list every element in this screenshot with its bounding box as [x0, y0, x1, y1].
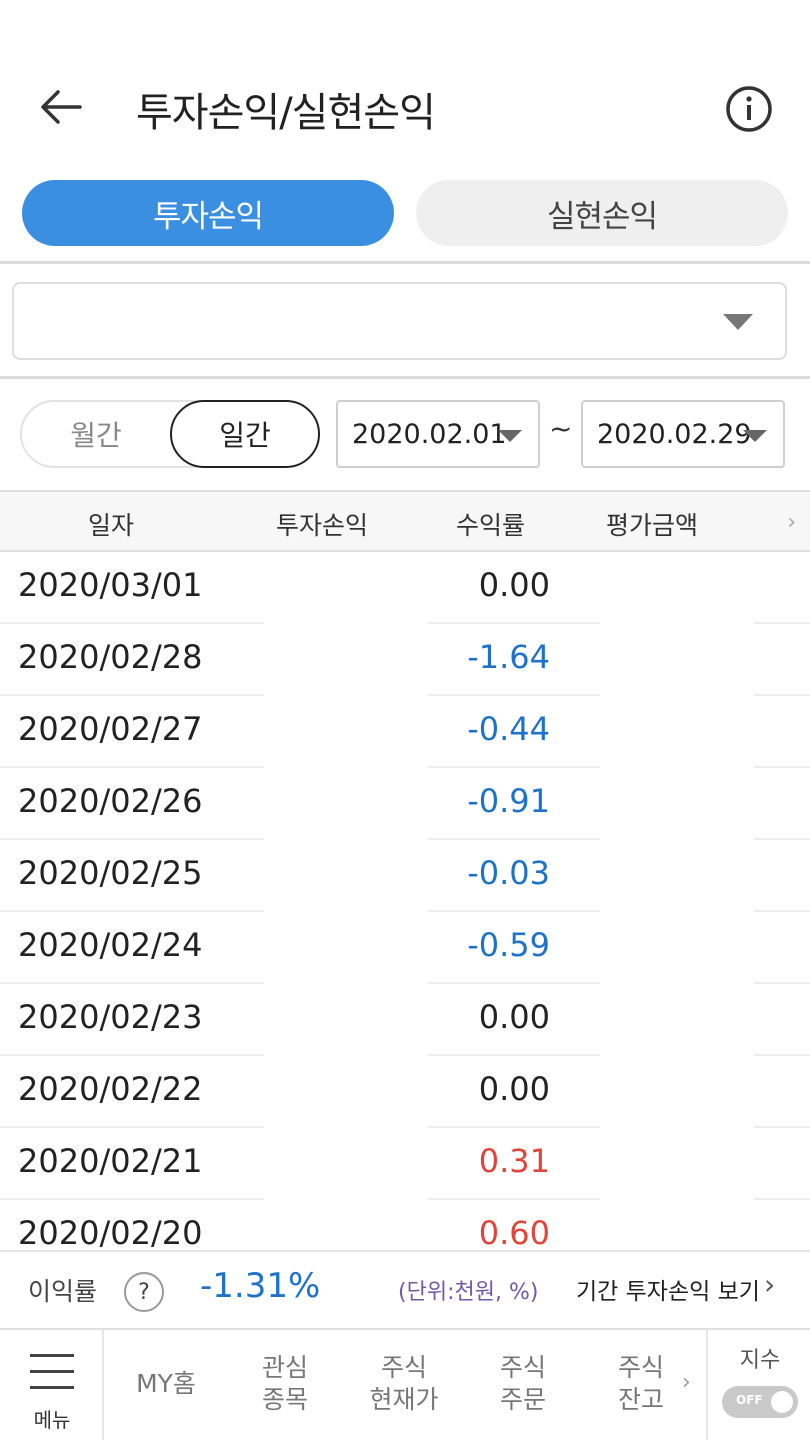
page-title: 투자손익/실현손익 — [136, 90, 436, 136]
back-arrow-icon — [41, 90, 82, 124]
period-toggle: 월간 일간 — [20, 400, 320, 468]
index-label: 지수 — [739, 1348, 781, 1373]
index-area: 지수 OFF — [706, 1330, 810, 1440]
nav-stock-price[interactable]: 주식 현재가 — [352, 1352, 456, 1416]
table-row[interactable]: 2020/02/23 0.00 — [0, 984, 810, 1056]
start-date-value: 2020.02.01 — [352, 418, 507, 450]
column-return-rate: 수익률 — [456, 511, 526, 540]
tab-realized-pnl[interactable]: 실현손익 — [416, 180, 788, 246]
back-button[interactable] — [36, 82, 86, 132]
period-monthly-option[interactable]: 월간 — [22, 402, 170, 466]
row-date: 2020/02/28 — [18, 638, 203, 676]
row-return-rate: 0.00 — [478, 1070, 550, 1108]
row-date: 2020/02/27 — [18, 710, 203, 748]
table-header: 일자 투자손익 수익률 평가금액 › — [0, 490, 810, 552]
index-toggle[interactable]: OFF — [722, 1386, 798, 1418]
end-date-value: 2020.02.29 — [597, 418, 752, 450]
table-row[interactable]: 2020/02/28 -1.64 — [0, 624, 810, 696]
row-date: 2020/02/20 — [18, 1214, 203, 1250]
summary-bar: 이익률 ? -1.31% (단위:천원, %) 기간 투자손익 보기 › — [0, 1250, 810, 1328]
table-body[interactable]: 2020/03/01 0.00 2020/02/28 -1.64 2020/02/27 -… — [0, 552, 810, 1250]
bottom-nav: 메뉴 MY홈 관심 종목 주식 현재가 주식 주문 주식 잔고 › 지수 OFF — [0, 1328, 810, 1440]
help-button[interactable]: ? — [124, 1272, 164, 1312]
caret-down-icon — [723, 314, 753, 330]
row-return-rate: -0.44 — [467, 710, 550, 748]
row-return-rate: -0.59 — [467, 926, 550, 964]
start-date-select[interactable]: 2020.02.01 — [336, 400, 540, 468]
row-date: 2020/02/24 — [18, 926, 203, 964]
menu-button[interactable]: 메뉴 — [0, 1330, 104, 1440]
tab-investment-pnl[interactable]: 투자손익 — [22, 180, 394, 246]
nav-my-home[interactable]: MY홈 — [128, 1368, 204, 1400]
toggle-state-label: OFF — [736, 1393, 763, 1407]
info-button[interactable] — [724, 84, 774, 134]
table-row[interactable]: 2020/02/20 0.60 — [0, 1200, 810, 1250]
row-date: 2020/02/21 — [18, 1142, 203, 1180]
row-return-rate: 0.00 — [478, 998, 550, 1036]
row-date: 2020/03/01 — [18, 566, 203, 604]
row-return-rate: -0.91 — [467, 782, 550, 820]
end-date-select[interactable]: 2020.02.29 — [581, 400, 785, 468]
column-date: 일자 — [88, 511, 135, 540]
chevron-right-icon[interactable]: › — [682, 1370, 691, 1395]
table-row[interactable]: 2020/02/22 0.00 — [0, 1056, 810, 1128]
nav-stock-order[interactable]: 주식 주문 — [476, 1352, 570, 1416]
tab-bar: 투자손익 실현손익 — [0, 180, 810, 246]
row-return-rate: 0.31 — [478, 1142, 550, 1180]
row-date: 2020/02/26 — [18, 782, 203, 820]
row-date: 2020/02/22 — [18, 1070, 203, 1108]
period-pnl-link[interactable]: 기간 투자손익 보기 — [576, 1272, 760, 1306]
row-return-rate: -1.64 — [467, 638, 550, 676]
table-row[interactable]: 2020/02/25 -0.03 — [0, 840, 810, 912]
toggle-knob — [771, 1391, 793, 1413]
column-investment-pnl: 투자손익 — [276, 511, 369, 540]
table-row[interactable]: 2020/02/26 -0.91 — [0, 768, 810, 840]
app-header: 투자손익/실현손익 — [0, 60, 810, 160]
row-return-rate: 0.60 — [478, 1214, 550, 1250]
chevron-right-icon[interactable]: › — [787, 510, 796, 535]
date-range-separator: ~ — [549, 412, 573, 445]
nav-watchlist[interactable]: 관심 종목 — [238, 1352, 332, 1416]
row-date: 2020/02/23 — [18, 998, 203, 1036]
row-return-rate: 0.00 — [478, 566, 550, 604]
nav-stock-balance[interactable]: 주식 잔고 — [594, 1352, 688, 1416]
profit-rate-value: -1.31% — [200, 1266, 321, 1306]
column-valuation: 평가금액 — [606, 511, 699, 540]
caret-down-icon — [743, 430, 767, 442]
divider — [0, 261, 810, 264]
row-date: 2020/02/25 — [18, 854, 203, 892]
hamburger-icon — [30, 1354, 74, 1402]
table-row[interactable]: 2020/03/01 0.00 — [0, 552, 810, 624]
row-return-rate: -0.03 — [467, 854, 550, 892]
account-select[interactable] — [12, 282, 787, 360]
table-row[interactable]: 2020/02/27 -0.44 — [0, 696, 810, 768]
menu-label: 메뉴 — [33, 1408, 71, 1432]
table-row[interactable]: 2020/02/21 0.31 — [0, 1128, 810, 1200]
caret-down-icon — [498, 430, 522, 442]
profit-rate-label: 이익률 — [28, 1277, 98, 1306]
info-icon — [726, 86, 772, 132]
divider — [0, 376, 810, 379]
table-row[interactable]: 2020/02/24 -0.59 — [0, 912, 810, 984]
period-daily-option[interactable]: 일간 — [170, 400, 320, 468]
unit-label: (단위:천원, %) — [398, 1280, 539, 1305]
chevron-right-icon[interactable]: › — [764, 1268, 775, 1301]
